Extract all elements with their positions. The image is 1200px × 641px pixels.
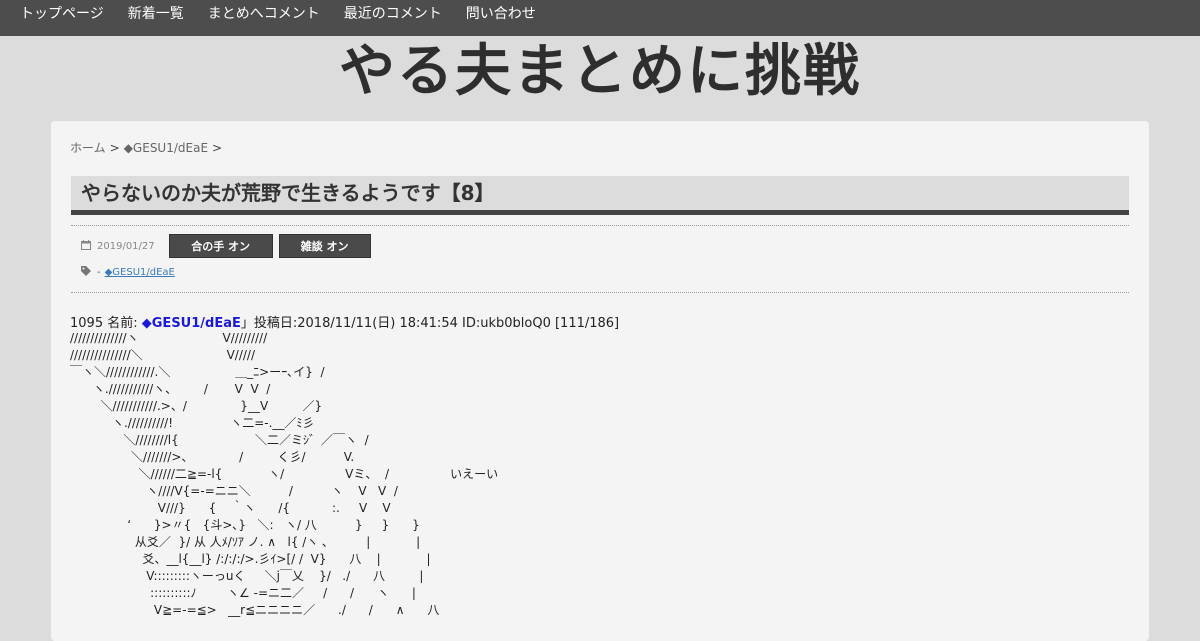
nav-comment-on-matome[interactable]: まとめへコメント — [208, 0, 320, 28]
nav-top-page[interactable]: トップページ — [20, 0, 104, 28]
post-title-bar: やらないのか夫が荒野で生きるようです【8】 — [71, 176, 1129, 215]
article-card: ホーム > ◆GESU1/dEaE > やらないのか夫が荒野で生きるようです【8】 2… — [51, 121, 1149, 641]
breadcrumb-home[interactable]: ホーム — [70, 141, 106, 155]
breadcrumb: ホーム > ◆GESU1/dEaE > — [70, 139, 226, 156]
post-meta: 2019/01/27 合の手 オン 雑談 オン — [81, 234, 377, 258]
tag-icon — [81, 266, 93, 279]
name-label: 名前: — [107, 316, 138, 331]
breadcrumb-separator: > — [212, 141, 223, 155]
divider — [71, 225, 1129, 226]
post-date: 2019/01/27 — [97, 240, 155, 252]
ascii-art-body: //////////////ヽ V///////// /////////////… — [70, 331, 499, 617]
response-post-date: 2018/11/11(日) 18:41:54 — [297, 316, 458, 331]
response-number: 1095 — [70, 316, 104, 331]
breadcrumb-category[interactable]: ◆GESU1/dEaE — [124, 141, 208, 155]
post-tags: - ◆GESU1/dEaE — [81, 266, 175, 279]
ainote-toggle-button[interactable]: 合の手 オン — [168, 234, 273, 258]
breadcrumb-separator: > — [109, 141, 120, 155]
nav-contact[interactable]: 問い合わせ — [466, 0, 536, 28]
top-navigation: トップページ 新着一覧 まとめへコメント 最近のコメント 問い合わせ — [0, 0, 1200, 36]
post-title: やらないのか夫が荒野で生きるようです【8】 — [81, 181, 495, 205]
poster-name[interactable]: ◆GESU1/dEaE — [142, 316, 241, 331]
tag-prefix: - — [97, 267, 101, 278]
response-id: ID:ukb0bloQ0 — [462, 316, 551, 331]
post-date-label: 」投稿日: — [240, 316, 298, 331]
nav-recent-comments[interactable]: 最近のコメント — [344, 0, 442, 28]
divider — [71, 292, 1129, 293]
site-title[interactable]: やる夫まとめに挑戦 — [0, 36, 1200, 120]
response-count: [111/186] — [554, 316, 620, 331]
tag-link[interactable]: ◆GESU1/dEaE — [105, 267, 175, 278]
response-header: 1095 名前: ◆GESU1/dEaE」投稿日:2018/11/11(日) 1… — [70, 312, 619, 331]
chat-toggle-button[interactable]: 雑談 オン — [278, 234, 371, 258]
calendar-icon — [81, 239, 91, 253]
nav-new-list[interactable]: 新着一覧 — [128, 0, 184, 28]
